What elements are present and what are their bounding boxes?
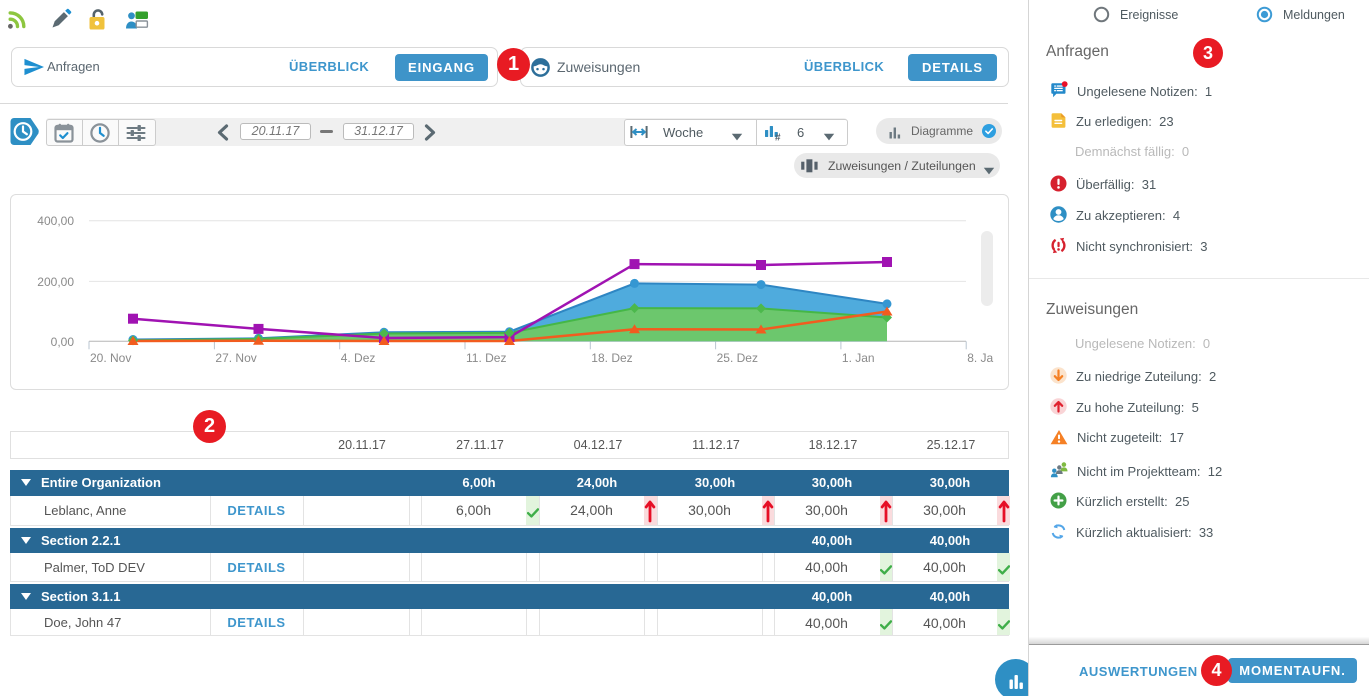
svg-text:20. Nov: 20. Nov	[90, 351, 131, 365]
svg-text:1. Jan: 1. Jan	[842, 351, 875, 365]
svg-text:400,00: 400,00	[37, 214, 74, 228]
svg-text:27. Nov: 27. Nov	[215, 351, 256, 365]
svg-text:#: #	[775, 133, 781, 142]
svg-text:200,00: 200,00	[37, 275, 74, 289]
svg-text:11. Dez: 11. Dez	[466, 351, 506, 365]
svg-text:4. Dez: 4. Dez	[341, 351, 376, 365]
svg-text:0,00: 0,00	[51, 335, 75, 349]
svg-text:25. Dez: 25. Dez	[717, 351, 758, 365]
svg-text:8. Ja: 8. Ja	[967, 351, 993, 365]
svg-text:18. Dez: 18. Dez	[591, 351, 632, 365]
